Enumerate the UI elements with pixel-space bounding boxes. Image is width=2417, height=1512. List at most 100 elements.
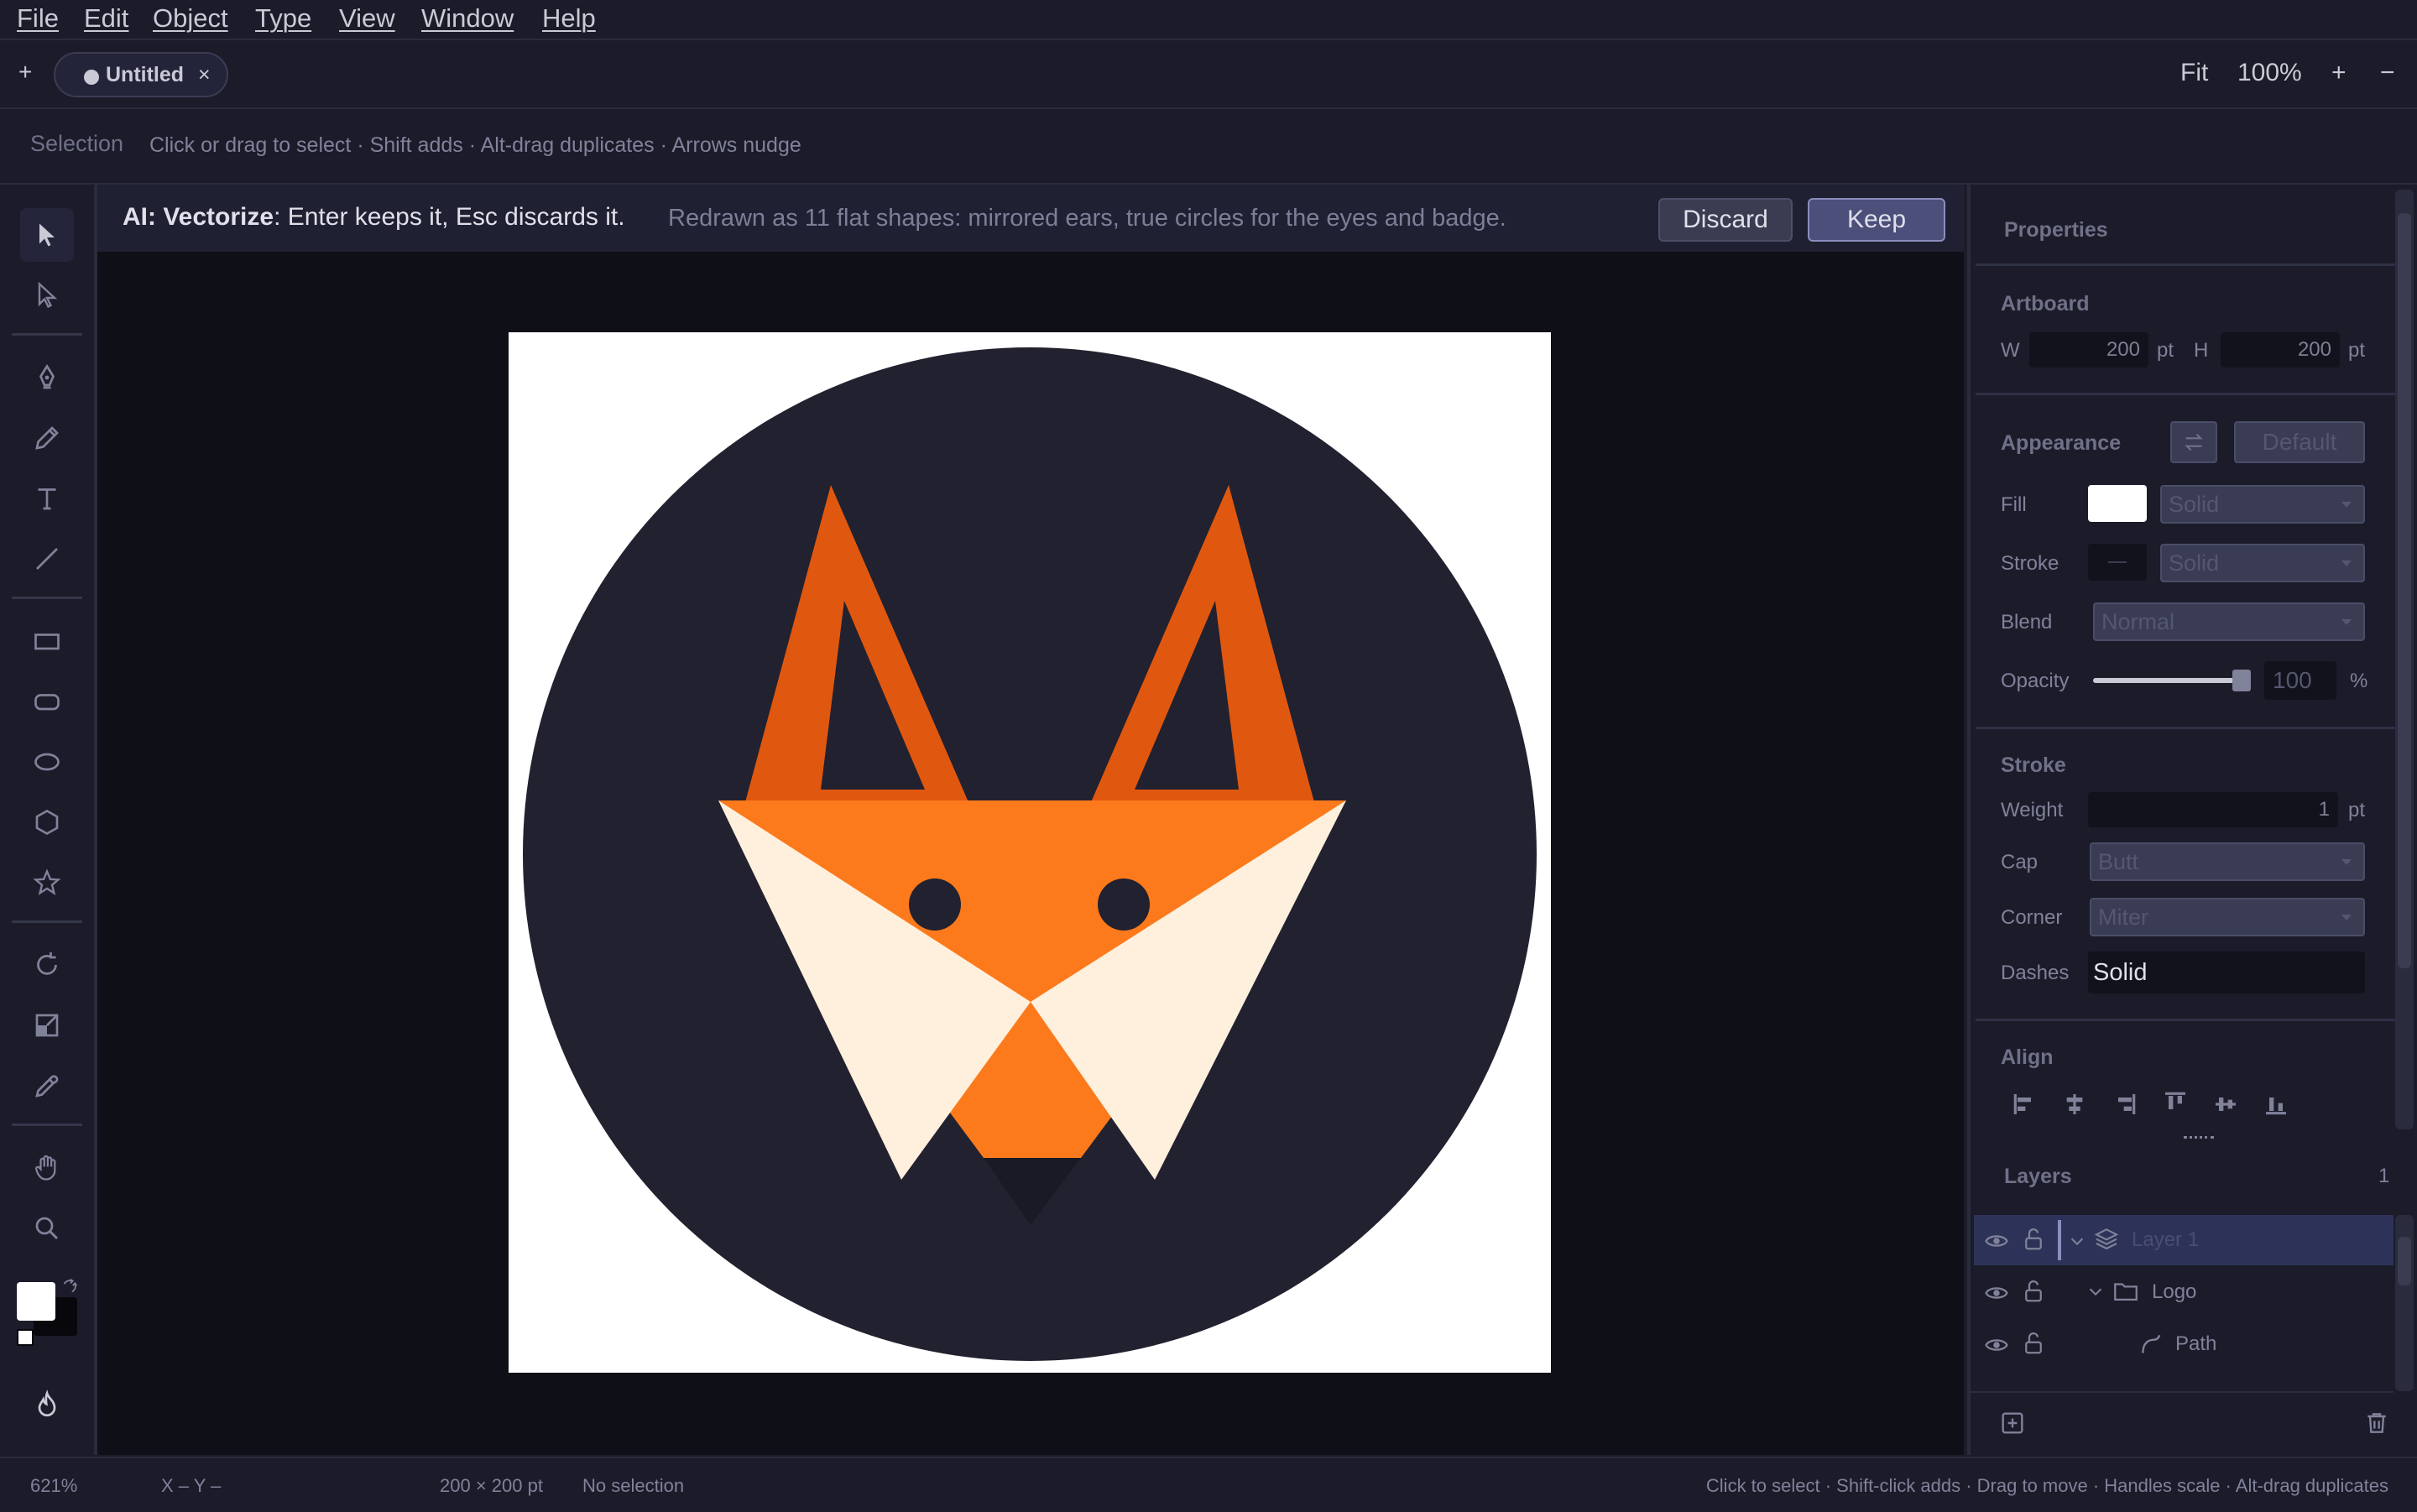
- pen-tool[interactable]: [20, 351, 74, 404]
- fox-logo-artwork[interactable]: [509, 332, 1551, 1373]
- ai-action-name: AI: Vectorize: [123, 203, 274, 231]
- zoom-tool[interactable]: [20, 1202, 74, 1255]
- chevron-down-icon[interactable]: [2086, 1282, 2105, 1301]
- type-tool[interactable]: [20, 472, 74, 525]
- menu-file[interactable]: File: [17, 3, 59, 34]
- discard-button[interactable]: Discard: [1658, 198, 1793, 242]
- fill-type-dropdown[interactable]: Solid: [2160, 485, 2365, 524]
- stroke-cap-dropdown[interactable]: Butt: [2090, 842, 2365, 881]
- direct-selection-tool[interactable]: [20, 269, 74, 322]
- zoom-out-button[interactable]: −: [2380, 59, 2395, 87]
- menu-help[interactable]: Help: [542, 3, 596, 34]
- fit-button[interactable]: Fit: [2180, 59, 2208, 87]
- opacity-value-field[interactable]: 100: [2264, 661, 2336, 700]
- layers-count: 1: [2378, 1165, 2390, 1187]
- weight-label: Weight: [2001, 799, 2064, 821]
- status-artboard-size: 200 × 200 pt: [440, 1475, 543, 1496]
- ai-tool[interactable]: [20, 1378, 74, 1431]
- align-middle-vertical-icon[interactable]: [2212, 1091, 2239, 1118]
- zoom-level[interactable]: 100%: [2237, 59, 2302, 87]
- default-appearance-button[interactable]: Default: [2234, 421, 2365, 463]
- height-unit: pt: [2348, 339, 2366, 362]
- menu-window[interactable]: Window: [421, 3, 514, 34]
- tool-divider: [12, 1124, 82, 1126]
- layer-name[interactable]: Logo: [2152, 1280, 2196, 1304]
- rounded-rectangle-tool[interactable]: [20, 675, 74, 728]
- align-center-horizontal-icon[interactable]: [2061, 1091, 2088, 1118]
- stroke-corner-dropdown[interactable]: Miter: [2090, 898, 2365, 936]
- cap-label: Cap: [2001, 851, 2039, 873]
- left-eye[interactable]: [909, 879, 961, 931]
- visibility-eye-icon[interactable]: [1984, 1280, 2009, 1306]
- layer-name[interactable]: Layer 1: [2132, 1228, 2199, 1252]
- artboard-height-field[interactable]: 200: [2221, 332, 2340, 368]
- document-tab[interactable]: Untitled ×: [54, 52, 228, 97]
- tab-title: Untitled: [106, 63, 185, 86]
- layer-name[interactable]: Path: [2175, 1332, 2216, 1356]
- align-top-icon[interactable]: [2162, 1089, 2189, 1116]
- new-tab-button[interactable]: +: [18, 59, 32, 86]
- pencil-tool[interactable]: [20, 411, 74, 465]
- add-layer-icon[interactable]: [1999, 1410, 2026, 1436]
- hand-icon: [35, 1155, 56, 1181]
- layers-stack-icon: [2094, 1228, 2119, 1250]
- fill-swatch[interactable]: [17, 1282, 55, 1321]
- unlocked-padlock-icon[interactable]: [2021, 1227, 2046, 1252]
- star-tool[interactable]: [20, 856, 74, 910]
- stroke-weight-field[interactable]: 1: [2088, 792, 2338, 827]
- opacity-slider-handle[interactable]: [2232, 670, 2251, 691]
- rectangle-tool[interactable]: [20, 614, 74, 668]
- stroke-type-dropdown[interactable]: Solid: [2160, 544, 2365, 582]
- appearance-section-title: Appearance: [2001, 431, 2122, 455]
- layer-row-logo[interactable]: Logo: [1974, 1267, 2394, 1317]
- right-eye[interactable]: [1098, 879, 1150, 931]
- scale-tool[interactable]: [20, 998, 74, 1052]
- rotate-icon: [37, 952, 57, 975]
- blend-label: Blend: [2001, 611, 2053, 633]
- stroke-dashes-field[interactable]: Solid: [2088, 952, 2365, 993]
- polygon-tool[interactable]: [20, 795, 74, 849]
- menu-object[interactable]: Object: [153, 3, 228, 34]
- layer-row-layer1[interactable]: Layer 1: [1974, 1215, 2394, 1265]
- section-divider: [1976, 393, 2395, 395]
- swap-appearance-button[interactable]: [2170, 421, 2217, 463]
- fill-color-swatch[interactable]: [2088, 485, 2147, 522]
- trash-icon[interactable]: [2363, 1410, 2390, 1436]
- properties-scrollbar[interactable]: [2395, 190, 2414, 1129]
- layers-scrollbar[interactable]: [2395, 1215, 2414, 1391]
- keep-button[interactable]: Keep: [1808, 198, 1945, 242]
- corner-label: Corner: [2001, 906, 2063, 929]
- align-bottom-icon[interactable]: [2263, 1091, 2289, 1118]
- swap-arrows-icon: [2185, 433, 2203, 451]
- line-tool[interactable]: [20, 532, 74, 586]
- artboard[interactable]: [509, 332, 1551, 1373]
- layers-section-title: Layers: [2004, 1165, 2072, 1188]
- eyedropper-tool[interactable]: [20, 1059, 74, 1113]
- unlocked-padlock-icon[interactable]: [2021, 1279, 2046, 1304]
- close-tab-icon[interactable]: ×: [198, 63, 211, 87]
- blend-mode-dropdown[interactable]: Normal: [2093, 602, 2365, 641]
- unlocked-padlock-icon[interactable]: [2021, 1331, 2046, 1356]
- chevron-down-icon[interactable]: [2068, 1232, 2086, 1250]
- layer-row-path[interactable]: Path: [1974, 1319, 2394, 1369]
- tool-divider: [12, 920, 82, 923]
- scale-icon: [35, 1014, 59, 1037]
- menu-edit[interactable]: Edit: [84, 3, 128, 34]
- hand-tool[interactable]: [20, 1141, 74, 1195]
- panel-resize-handle[interactable]: [2184, 1136, 2214, 1142]
- default-colors-icon[interactable]: [17, 1329, 34, 1346]
- artboard-width-field[interactable]: 200: [2029, 332, 2148, 368]
- rotate-tool[interactable]: [20, 938, 74, 992]
- zoom-in-button[interactable]: +: [2331, 59, 2347, 87]
- align-right-icon[interactable]: [2112, 1091, 2138, 1118]
- stroke-color-swatch[interactable]: [2088, 544, 2147, 581]
- align-left-icon[interactable]: [2011, 1091, 2038, 1118]
- selection-tool[interactable]: [20, 208, 74, 262]
- menu-type[interactable]: Type: [255, 3, 311, 34]
- swap-colors-icon[interactable]: [60, 1277, 79, 1296]
- opacity-slider-track[interactable]: [2093, 678, 2236, 683]
- visibility-eye-icon[interactable]: [1984, 1228, 2009, 1254]
- visibility-eye-icon[interactable]: [1984, 1332, 2009, 1358]
- ellipse-tool[interactable]: [20, 735, 74, 789]
- menu-view[interactable]: View: [339, 3, 395, 34]
